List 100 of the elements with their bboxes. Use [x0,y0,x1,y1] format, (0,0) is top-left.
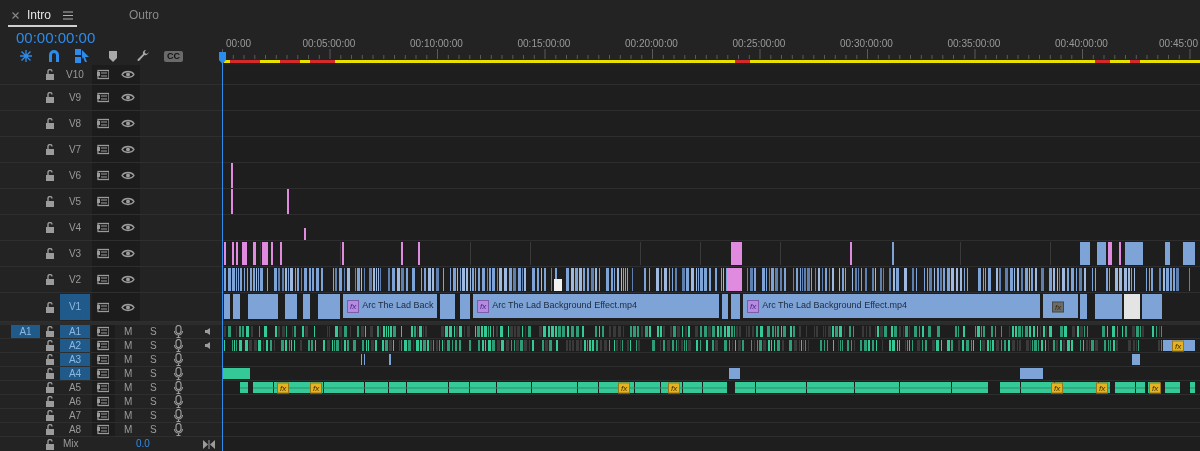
track-output-icon[interactable] [97,92,109,103]
lock-icon[interactable] [45,196,55,207]
fx-badge: fx [347,299,360,313]
lock-icon[interactable] [45,144,55,155]
ruler-label: 00:05:00:00 [302,38,356,50]
captions-button[interactable]: CC [164,50,183,62]
microphone-icon[interactable] [173,381,184,394]
lock-icon[interactable] [45,424,55,435]
mute-button[interactable]: M [124,395,133,408]
magnet-icon[interactable] [47,49,61,63]
microphone-icon[interactable] [173,339,184,352]
lock-icon[interactable] [45,382,55,393]
lock-icon[interactable] [45,301,55,313]
microphone-icon[interactable] [173,395,184,408]
eye-icon[interactable] [121,170,135,181]
track-target[interactable]: V3 [60,247,90,260]
track-output-icon[interactable] [97,248,109,259]
microphone-icon[interactable] [173,325,184,338]
nest-icon[interactable] [19,49,33,63]
track-target[interactable]: V9 [60,91,90,104]
mute-button[interactable]: M [124,325,133,338]
clip[interactable]: fx Arc The Lad Back [343,294,437,318]
track-output-icon[interactable] [97,118,109,129]
lock-icon[interactable] [45,92,55,103]
source-patch[interactable]: A1 [11,325,40,338]
eye-icon[interactable] [121,196,135,207]
clip[interactable]: fx Arc The Lad Background Effect.mp4 [473,294,719,318]
lock-icon[interactable] [45,118,55,129]
track-target[interactable]: A3 [60,353,90,366]
track-target[interactable]: V8 [60,117,90,130]
fx-badge: fx [1172,340,1185,351]
fx-badge: fx [618,382,631,393]
track-target[interactable]: V2 [60,273,90,286]
track-output-icon[interactable] [97,301,109,313]
timecode[interactable]: 00:00:00:00 [16,29,96,47]
sequence-tab[interactable]: Intro [8,5,77,27]
track-output-icon[interactable] [97,144,109,155]
solo-button[interactable]: S [150,325,157,338]
lock-icon[interactable] [45,410,55,421]
track-target[interactable]: V5 [60,195,90,208]
track-target[interactable]: V1 [60,294,90,320]
playhead[interactable] [219,52,226,451]
eye-icon[interactable] [121,118,135,129]
fx-badge: fx [668,382,681,393]
mute-button[interactable]: M [124,381,133,394]
eye-icon[interactable] [121,69,135,80]
lock-icon[interactable] [45,340,55,351]
mute-button[interactable]: M [124,339,133,352]
lock-icon[interactable] [45,326,55,337]
solo-button[interactable]: S [150,423,157,436]
track-output-icon[interactable] [97,274,109,285]
track-target[interactable]: V10 [60,68,90,81]
eye-icon[interactable] [121,301,135,313]
mute-button[interactable]: M [124,423,133,436]
track-output-icon[interactable] [97,222,109,233]
track-target[interactable]: A7 [60,409,90,422]
microphone-icon[interactable] [173,367,184,380]
clip[interactable]: fx Arc The Lad Background Effect.mp4 [743,294,1040,318]
solo-button[interactable]: S [150,395,157,408]
track-target[interactable]: A8 [60,423,90,436]
solo-button[interactable]: S [150,353,157,366]
track-target[interactable]: A1 [60,325,90,338]
lock-icon[interactable] [45,354,55,365]
eye-icon[interactable] [121,222,135,233]
solo-button[interactable]: S [150,339,157,352]
linked-selection-icon[interactable] [75,49,90,63]
solo-button[interactable]: S [150,367,157,380]
mute-button[interactable]: M [124,409,133,422]
track-target[interactable]: V7 [60,143,90,156]
eye-icon[interactable] [121,248,135,259]
wrench-icon[interactable] [136,49,150,63]
lock-icon[interactable] [45,170,55,181]
track-output-icon[interactable] [97,196,109,207]
mix-value[interactable]: 0.0 [136,438,150,450]
solo-button[interactable]: S [150,409,157,422]
lock-icon[interactable] [45,248,55,259]
microphone-icon[interactable] [173,353,184,366]
mute-button[interactable]: M [124,353,133,366]
eye-icon[interactable] [121,274,135,285]
lock-icon[interactable] [45,368,55,379]
lock-icon[interactable] [45,69,55,80]
track-target[interactable]: V6 [60,169,90,182]
lock-icon[interactable] [45,222,55,233]
track-target[interactable]: A2 [60,339,90,352]
ruler-label: 00:40:00:00 [1055,38,1108,50]
track-output-icon[interactable] [97,69,109,80]
lock-icon[interactable] [45,274,55,285]
marker-icon[interactable] [108,49,118,63]
track-target[interactable]: A4 [60,367,90,380]
track-target[interactable]: A6 [60,395,90,408]
track-target[interactable]: V4 [60,221,90,234]
microphone-icon[interactable] [173,423,184,436]
track-output-icon[interactable] [97,170,109,181]
microphone-icon[interactable] [173,409,184,422]
eye-icon[interactable] [121,144,135,155]
track-target[interactable]: A5 [60,381,90,394]
lock-icon[interactable] [45,396,55,407]
eye-icon[interactable] [121,92,135,103]
mute-button[interactable]: M [124,367,133,380]
solo-button[interactable]: S [150,381,157,394]
